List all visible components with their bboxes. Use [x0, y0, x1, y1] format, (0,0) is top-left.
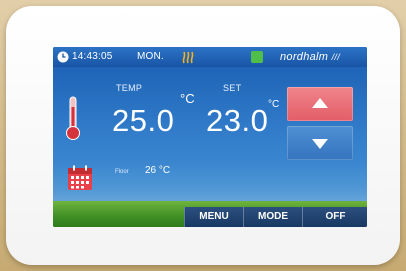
increase-setpoint-button[interactable] [287, 87, 353, 121]
decrease-setpoint-button[interactable] [287, 126, 353, 160]
mode-button[interactable]: MODE [243, 207, 302, 227]
arrow-up-icon [312, 98, 328, 108]
menu-button[interactable]: MENU [184, 207, 243, 227]
calendar-icon[interactable] [67, 165, 93, 191]
brand-name-text: nordhalm [280, 51, 329, 63]
current-temp-unit: °C [180, 91, 195, 106]
clock-icon [57, 51, 69, 63]
heating-icon [182, 51, 194, 64]
floor-label: Floor [115, 169, 129, 175]
temp-label: TEMP [116, 83, 143, 93]
set-label: SET [223, 83, 242, 93]
setpoint-unit: °C [268, 99, 280, 110]
floor-temp-value: 26 °C [145, 165, 171, 176]
thermostat-device: 14:43:05 MON. nordhalm /// TEMP SET 25.0… [6, 6, 400, 265]
day-display: MON. [137, 51, 164, 62]
main-panel: TEMP SET 25.0 °C 23.0 °C Floor 26 °C [53, 67, 367, 227]
brand-mark: /// [331, 52, 341, 62]
setpoint-value: 23.0 [206, 103, 269, 138]
time-display: 14:43:05 [72, 51, 113, 62]
current-temp-value: 25.0 [112, 103, 175, 138]
brand-logo-icon [251, 51, 263, 63]
arrow-down-icon [312, 139, 328, 149]
status-bar: 14:43:05 MON. nordhalm /// [53, 47, 367, 67]
brand-name: nordhalm /// [280, 47, 340, 67]
off-button[interactable]: OFF [302, 207, 367, 227]
touch-screen: 14:43:05 MON. nordhalm /// TEMP SET 25.0… [53, 47, 367, 227]
thermometer-icon [66, 96, 80, 140]
